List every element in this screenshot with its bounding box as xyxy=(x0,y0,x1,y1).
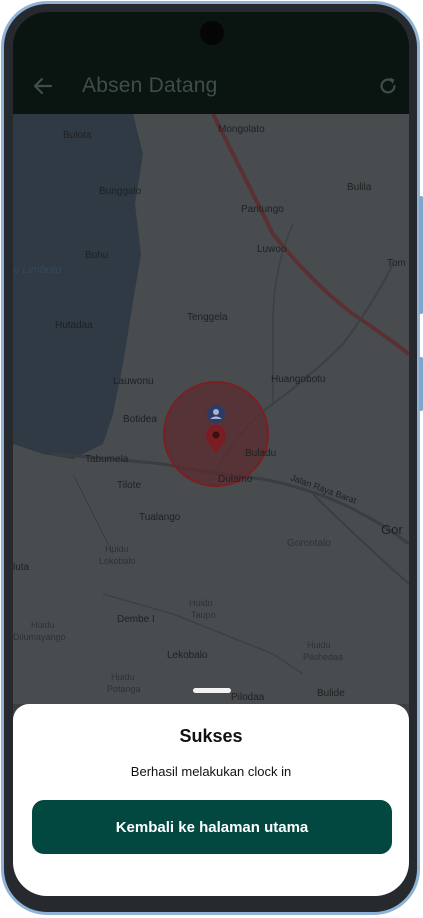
map-label: Tilote xyxy=(117,480,142,491)
map-label: Bulide xyxy=(317,688,345,699)
arrow-left-icon[interactable] xyxy=(31,74,55,98)
map-label: Dulamo xyxy=(218,474,253,485)
location-pin-icon xyxy=(206,425,226,453)
map-label: Luwoo xyxy=(257,244,287,255)
success-bottom-sheet: Sukses Berhasil melakukan clock in Kemba… xyxy=(13,704,409,896)
map-label: Huidu xyxy=(31,620,55,630)
back-to-home-button[interactable]: Kembali ke halaman utama xyxy=(32,800,392,854)
map-label: Bulota xyxy=(63,130,92,141)
map-view[interactable]: Bulota Mongolato Bunggalo Bulila Pantung… xyxy=(13,114,409,704)
map-label: Bulila xyxy=(347,182,372,193)
map-label: luta xyxy=(13,562,30,573)
map-label: Huidu xyxy=(111,672,135,682)
map-label: Buhu xyxy=(85,250,109,261)
map-label: Tabumela xyxy=(85,454,129,465)
map-label: Dembe I xyxy=(117,614,155,625)
sheet-drag-handle[interactable] xyxy=(193,688,231,693)
map-label: Hutadaa xyxy=(55,320,93,331)
sheet-title: Sukses xyxy=(179,726,243,746)
map-label: Gor xyxy=(381,522,403,537)
screen: Bulota Mongolato Bunggalo Bulila Pantung… xyxy=(13,12,409,896)
power-button xyxy=(419,357,423,411)
back-to-home-label: Kembali ke halaman utama xyxy=(115,818,309,836)
map-label: Pilohedaa xyxy=(303,652,344,662)
map-label: Tualango xyxy=(139,512,181,523)
map-label: Pantungo xyxy=(241,204,284,215)
volume-button xyxy=(419,196,423,314)
map-label: Pilodaa xyxy=(231,692,265,703)
map-label: Buladu xyxy=(245,448,277,459)
map-label: Gorontalo xyxy=(287,538,331,549)
map-label: Huidu xyxy=(307,640,331,650)
page-title: Absen Datang xyxy=(82,74,218,97)
map-label: Lauwonu xyxy=(113,376,154,387)
app-bar: Absen Datang xyxy=(13,12,409,114)
map-label: Tom xyxy=(387,258,406,269)
map-label: Lekobalo xyxy=(167,650,208,661)
phone-frame: Bulota Mongolato Bunggalo Bulila Pantung… xyxy=(0,0,423,918)
map-label-lake: o Limboto xyxy=(13,264,62,276)
map-label: Lokobalo xyxy=(99,556,136,566)
map-label: Huangobotu xyxy=(271,374,326,385)
refresh-icon[interactable] xyxy=(377,75,399,97)
front-camera xyxy=(200,21,224,45)
map-label: Bunggalo xyxy=(99,186,142,197)
map-label: Dilumayango xyxy=(13,632,66,642)
map-label: Taupo xyxy=(191,610,216,620)
user-location-icon xyxy=(207,405,225,423)
map-label: Botidea xyxy=(123,414,157,425)
map-label: Tenggela xyxy=(187,312,228,323)
map-label: Mongolato xyxy=(218,124,265,135)
sheet-message: Berhasil melakukan clock in xyxy=(130,764,292,779)
map-label: Huidu xyxy=(105,544,129,554)
map-label: Huidu xyxy=(189,598,213,608)
map-label: Potanga xyxy=(107,684,141,694)
